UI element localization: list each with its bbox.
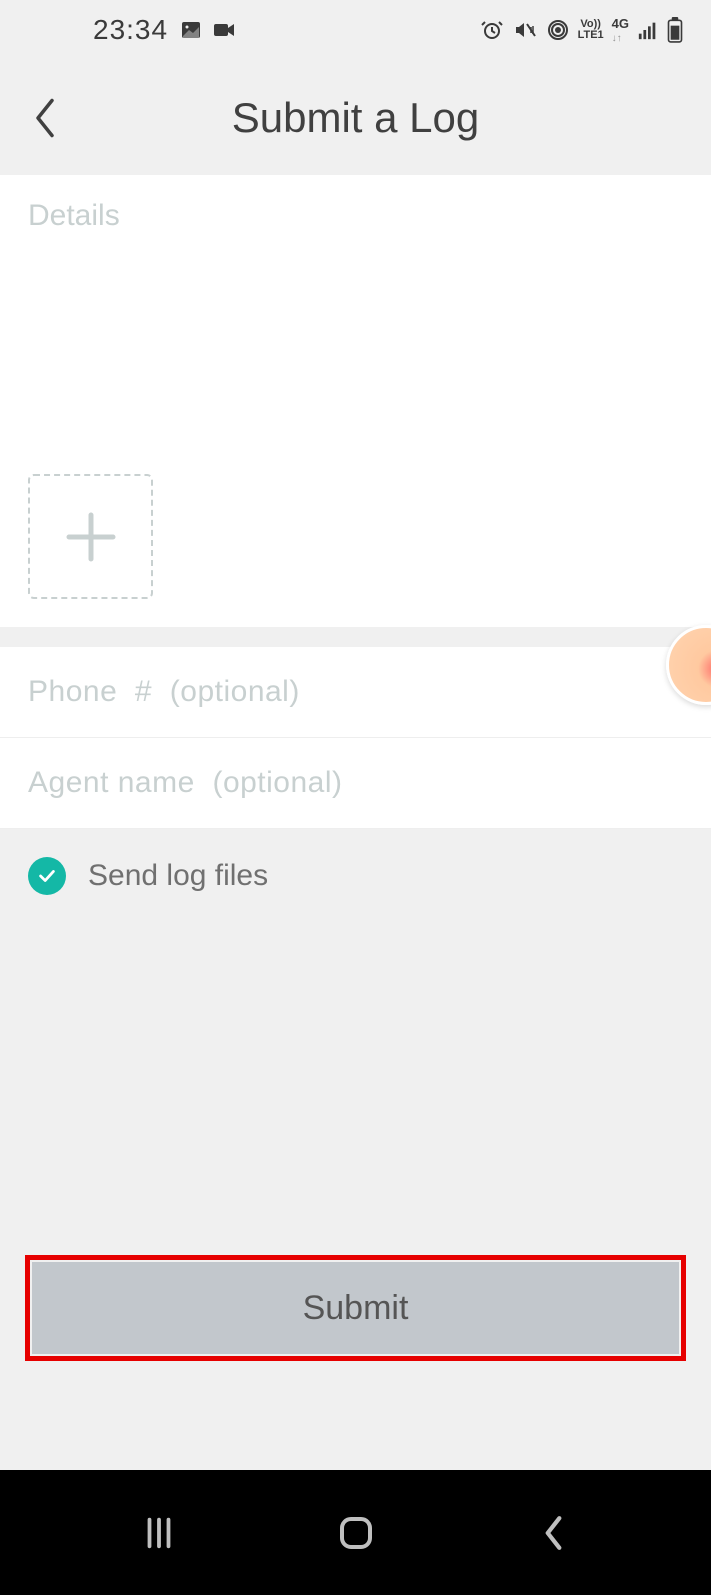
details-input[interactable] <box>28 199 683 459</box>
status-bar: 23:34 Vo))LTE1 4G↓↑ <box>0 0 711 60</box>
mute-vibrate-icon <box>512 18 538 42</box>
back-button[interactable] <box>25 98 65 138</box>
details-section <box>0 175 711 627</box>
agent-name-row <box>0 738 711 829</box>
system-nav-bar <box>0 1470 711 1595</box>
recents-button[interactable] <box>129 1503 189 1563</box>
status-time: 23:34 <box>28 14 168 46</box>
home-icon <box>336 1513 376 1553</box>
network-4g-icon: 4G↓↑ <box>612 17 629 44</box>
back-nav-button[interactable] <box>523 1503 583 1563</box>
agent-name-input[interactable] <box>28 766 683 800</box>
back-nav-icon <box>538 1514 568 1552</box>
check-icon <box>36 865 58 887</box>
image-icon <box>178 18 204 42</box>
send-logs-checkbox[interactable] <box>28 857 66 895</box>
send-logs-label: Send log files <box>88 859 268 893</box>
status-left: 23:34 <box>28 14 238 46</box>
submit-highlight-box: Submit <box>25 1255 686 1361</box>
page-title: Submit a Log <box>0 94 711 142</box>
hotspot-icon <box>546 18 570 42</box>
battery-icon <box>667 17 683 43</box>
home-button[interactable] <box>326 1503 386 1563</box>
phone-input[interactable] <box>28 675 683 709</box>
submit-container: Submit <box>25 1255 686 1361</box>
section-divider <box>0 627 711 647</box>
recents-icon <box>140 1514 178 1552</box>
video-icon <box>210 18 238 42</box>
submit-button[interactable]: Submit <box>32 1262 679 1354</box>
signal-icon <box>637 19 659 41</box>
send-logs-row: Send log files <box>0 829 711 923</box>
phone-row <box>0 647 711 738</box>
chevron-left-icon <box>31 97 59 139</box>
volte-icon: Vo))LTE1 <box>578 19 604 41</box>
status-notification-icons <box>178 18 238 42</box>
alarm-icon <box>480 18 504 42</box>
app-header: Submit a Log <box>0 60 711 175</box>
plus-icon <box>61 507 121 567</box>
status-right-icons: Vo))LTE1 4G↓↑ <box>480 17 683 44</box>
add-attachment-button[interactable] <box>28 474 153 599</box>
